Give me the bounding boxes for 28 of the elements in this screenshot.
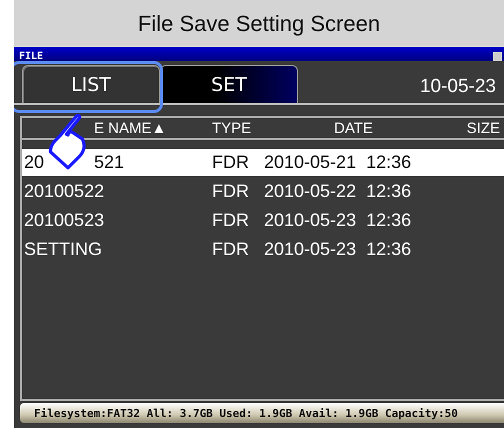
status-icon	[493, 52, 502, 61]
screen-caption: File Save Setting Screen	[138, 10, 380, 36]
column-header[interactable]: DATE	[264, 120, 454, 136]
file-date: 2010-05-23 12:36	[264, 210, 412, 231]
file-row[interactable]: 20 521 FDR 2010-05-21 12:36	[22, 149, 504, 176]
filesystem-info: Filesystem:FAT32 All: 3.7GB Used: 1.9GB Avail: 1.9GB Capacity:50	[34, 406, 458, 420]
column-header[interactable]: E NAME▲	[22, 120, 212, 136]
file-type: FDR	[212, 210, 250, 231]
file-type: FDR	[212, 239, 250, 260]
file-name: 20100522	[24, 181, 104, 202]
file-date: 2010-05-22 12:36	[264, 181, 412, 202]
screen-title: FILE	[18, 52, 44, 61]
file-name: 20100523	[24, 210, 104, 231]
column-header[interactable]: TYPE	[212, 120, 264, 136]
file-date: 2010-05-23 12:36	[264, 239, 412, 260]
column-header[interactable]: SIZE	[466, 120, 504, 136]
file-row[interactable]: 20100522 FDR 2010-05-22 12:36	[22, 178, 504, 205]
file-row[interactable]: 20100523 FDR 2010-05-23 12:36	[22, 207, 504, 234]
file-name: 521	[94, 152, 124, 173]
file-type: FDR	[212, 181, 250, 202]
file-type: FDR	[212, 152, 250, 173]
file-date: 2010-05-21 12:36	[264, 152, 412, 173]
file-row[interactable]: SETTING FDR 2010-05-23 12:36	[22, 236, 504, 263]
date-label: 10-05-23	[420, 76, 496, 98]
tab[interactable]: LIST	[22, 65, 160, 103]
tab[interactable]: SET	[160, 65, 298, 103]
file-name: SETTING	[24, 239, 102, 260]
file-name: 20	[24, 152, 44, 173]
